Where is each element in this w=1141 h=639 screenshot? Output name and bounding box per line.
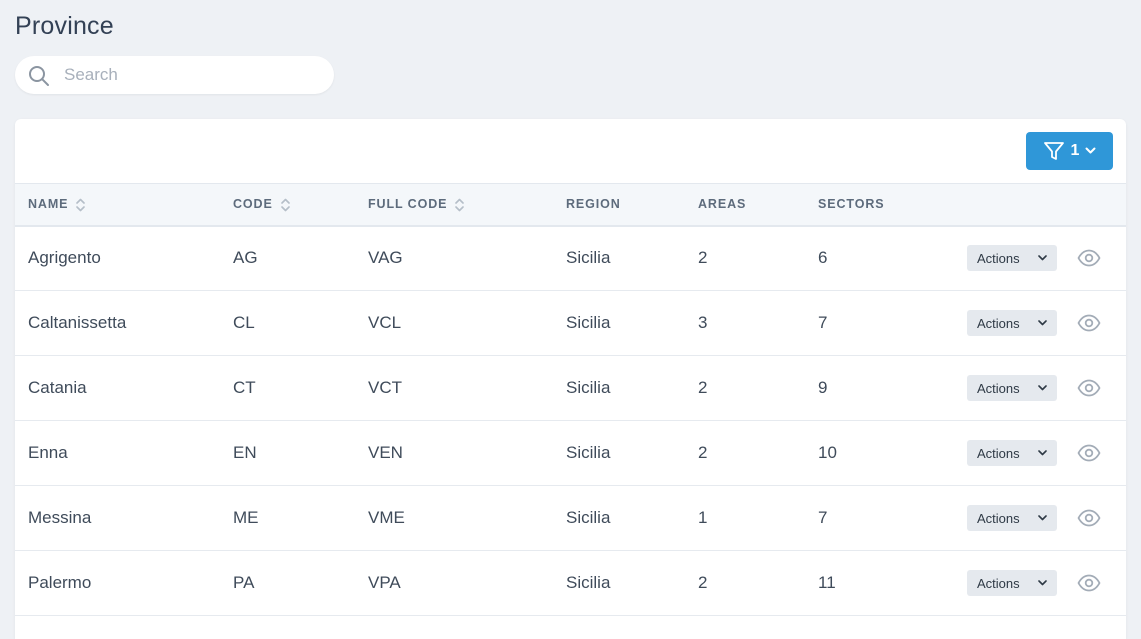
- cell-region: Sicilia: [566, 508, 611, 527]
- actions-dropdown[interactable]: Actions: [967, 505, 1057, 531]
- filter-button[interactable]: 1: [1026, 132, 1113, 170]
- chevron-down-icon: [1038, 255, 1047, 261]
- cell-region: Sicilia: [566, 573, 611, 592]
- cell-full-code: VCL: [368, 313, 402, 332]
- cell-region: Sicilia: [566, 378, 611, 397]
- table-row[interactable]: Messina ME VME Sicilia 1 7 Actions: [15, 486, 1126, 551]
- actions-label: Actions: [977, 575, 1020, 591]
- view-eye-icon[interactable]: [1077, 377, 1101, 399]
- cell-region: Sicilia: [566, 443, 611, 462]
- cell-name: Enna: [28, 443, 68, 462]
- actions-label: Actions: [977, 250, 1020, 266]
- cell-areas: 3: [698, 313, 708, 332]
- cell-sectors: 7: [818, 508, 828, 527]
- view-eye-icon[interactable]: [1077, 247, 1101, 269]
- column-header-name[interactable]: Name: [28, 184, 86, 225]
- cell-full-code: VEN: [368, 443, 403, 462]
- actions-dropdown[interactable]: Actions: [967, 440, 1057, 466]
- actions-label: Actions: [977, 510, 1020, 526]
- column-header-region: Region: [566, 197, 621, 211]
- chevron-down-icon: [1038, 580, 1047, 586]
- view-eye-icon[interactable]: [1077, 442, 1101, 464]
- cell-areas: 2: [698, 378, 708, 397]
- cell-full-code: VCT: [368, 378, 402, 397]
- cell-areas: 2: [698, 443, 708, 462]
- actions-dropdown[interactable]: Actions: [967, 245, 1057, 271]
- cell-name: Catania: [28, 378, 87, 397]
- cell-areas: 1: [698, 508, 708, 527]
- cell-name: Agrigento: [28, 248, 101, 267]
- actions-dropdown[interactable]: Actions: [967, 570, 1057, 596]
- cell-sectors: 6: [818, 248, 828, 267]
- actions-label: Actions: [977, 380, 1020, 396]
- search-input[interactable]: [62, 64, 326, 86]
- cell-code: EN: [233, 443, 257, 462]
- chevron-down-icon: [1038, 385, 1047, 391]
- view-eye-icon[interactable]: [1077, 507, 1101, 529]
- view-eye-icon[interactable]: [1077, 312, 1101, 334]
- column-header-code[interactable]: Code: [233, 184, 290, 225]
- table-header: Name Code Full Code Region Areas Sectors: [15, 183, 1126, 227]
- sort-icon: [455, 198, 465, 211]
- cell-sectors: 7: [818, 313, 828, 332]
- cell-name: Messina: [28, 508, 92, 527]
- page-title: Province: [15, 12, 114, 40]
- cell-code: PA: [233, 573, 255, 592]
- cell-code: CL: [233, 313, 255, 332]
- sort-icon: [76, 198, 86, 211]
- cell-full-code: VPA: [368, 573, 401, 592]
- column-header-sectors: Sectors: [818, 197, 885, 211]
- cell-sectors: 11: [818, 573, 836, 592]
- cell-code: CT: [233, 378, 256, 397]
- table-row[interactable]: Caltanissetta CL VCL Sicilia 3 7 Actions: [15, 291, 1126, 356]
- chevron-down-icon: [1038, 320, 1047, 326]
- filter-count: 1: [1070, 142, 1080, 159]
- cell-code: AG: [233, 248, 258, 267]
- search-box[interactable]: [15, 56, 334, 94]
- chevron-down-icon: [1038, 450, 1047, 456]
- cell-full-code: VAG: [368, 248, 403, 267]
- chevron-down-icon: [1038, 515, 1047, 521]
- filter-icon: [1043, 142, 1064, 160]
- cell-areas: 2: [698, 573, 708, 592]
- actions-label: Actions: [977, 445, 1020, 461]
- actions-dropdown[interactable]: Actions: [967, 375, 1057, 401]
- cell-region: Sicilia: [566, 248, 611, 267]
- table-row[interactable]: Catania CT VCT Sicilia 2 9 Actions: [15, 356, 1126, 421]
- cell-region: Sicilia: [566, 313, 611, 332]
- cell-sectors: 9: [818, 378, 828, 397]
- cell-areas: 2: [698, 248, 708, 267]
- actions-label: Actions: [977, 315, 1020, 331]
- table-row[interactable]: Agrigento AG VAG Sicilia 2 6 Actions: [15, 226, 1126, 291]
- cell-sectors: 10: [818, 443, 837, 462]
- column-header-areas: Areas: [698, 197, 747, 211]
- actions-dropdown[interactable]: Actions: [967, 310, 1057, 336]
- cell-code: ME: [233, 508, 259, 527]
- cell-full-code: VME: [368, 508, 405, 527]
- chevron-down-icon: [1085, 147, 1096, 154]
- table-row[interactable]: Palermo PA VPA Sicilia 2 11 Actions: [15, 551, 1126, 616]
- search-icon: [29, 66, 49, 86]
- cell-name: Caltanissetta: [28, 313, 127, 332]
- cell-name: Palermo: [28, 573, 92, 592]
- view-eye-icon[interactable]: [1077, 572, 1101, 594]
- table-row[interactable]: Enna EN VEN Sicilia 2 10 Actions: [15, 421, 1126, 486]
- column-header-full-code[interactable]: Full Code: [368, 184, 465, 225]
- sort-icon: [280, 198, 290, 211]
- provinces-table-card: 1 Name Code Full Code Region Areas Secto…: [15, 119, 1126, 639]
